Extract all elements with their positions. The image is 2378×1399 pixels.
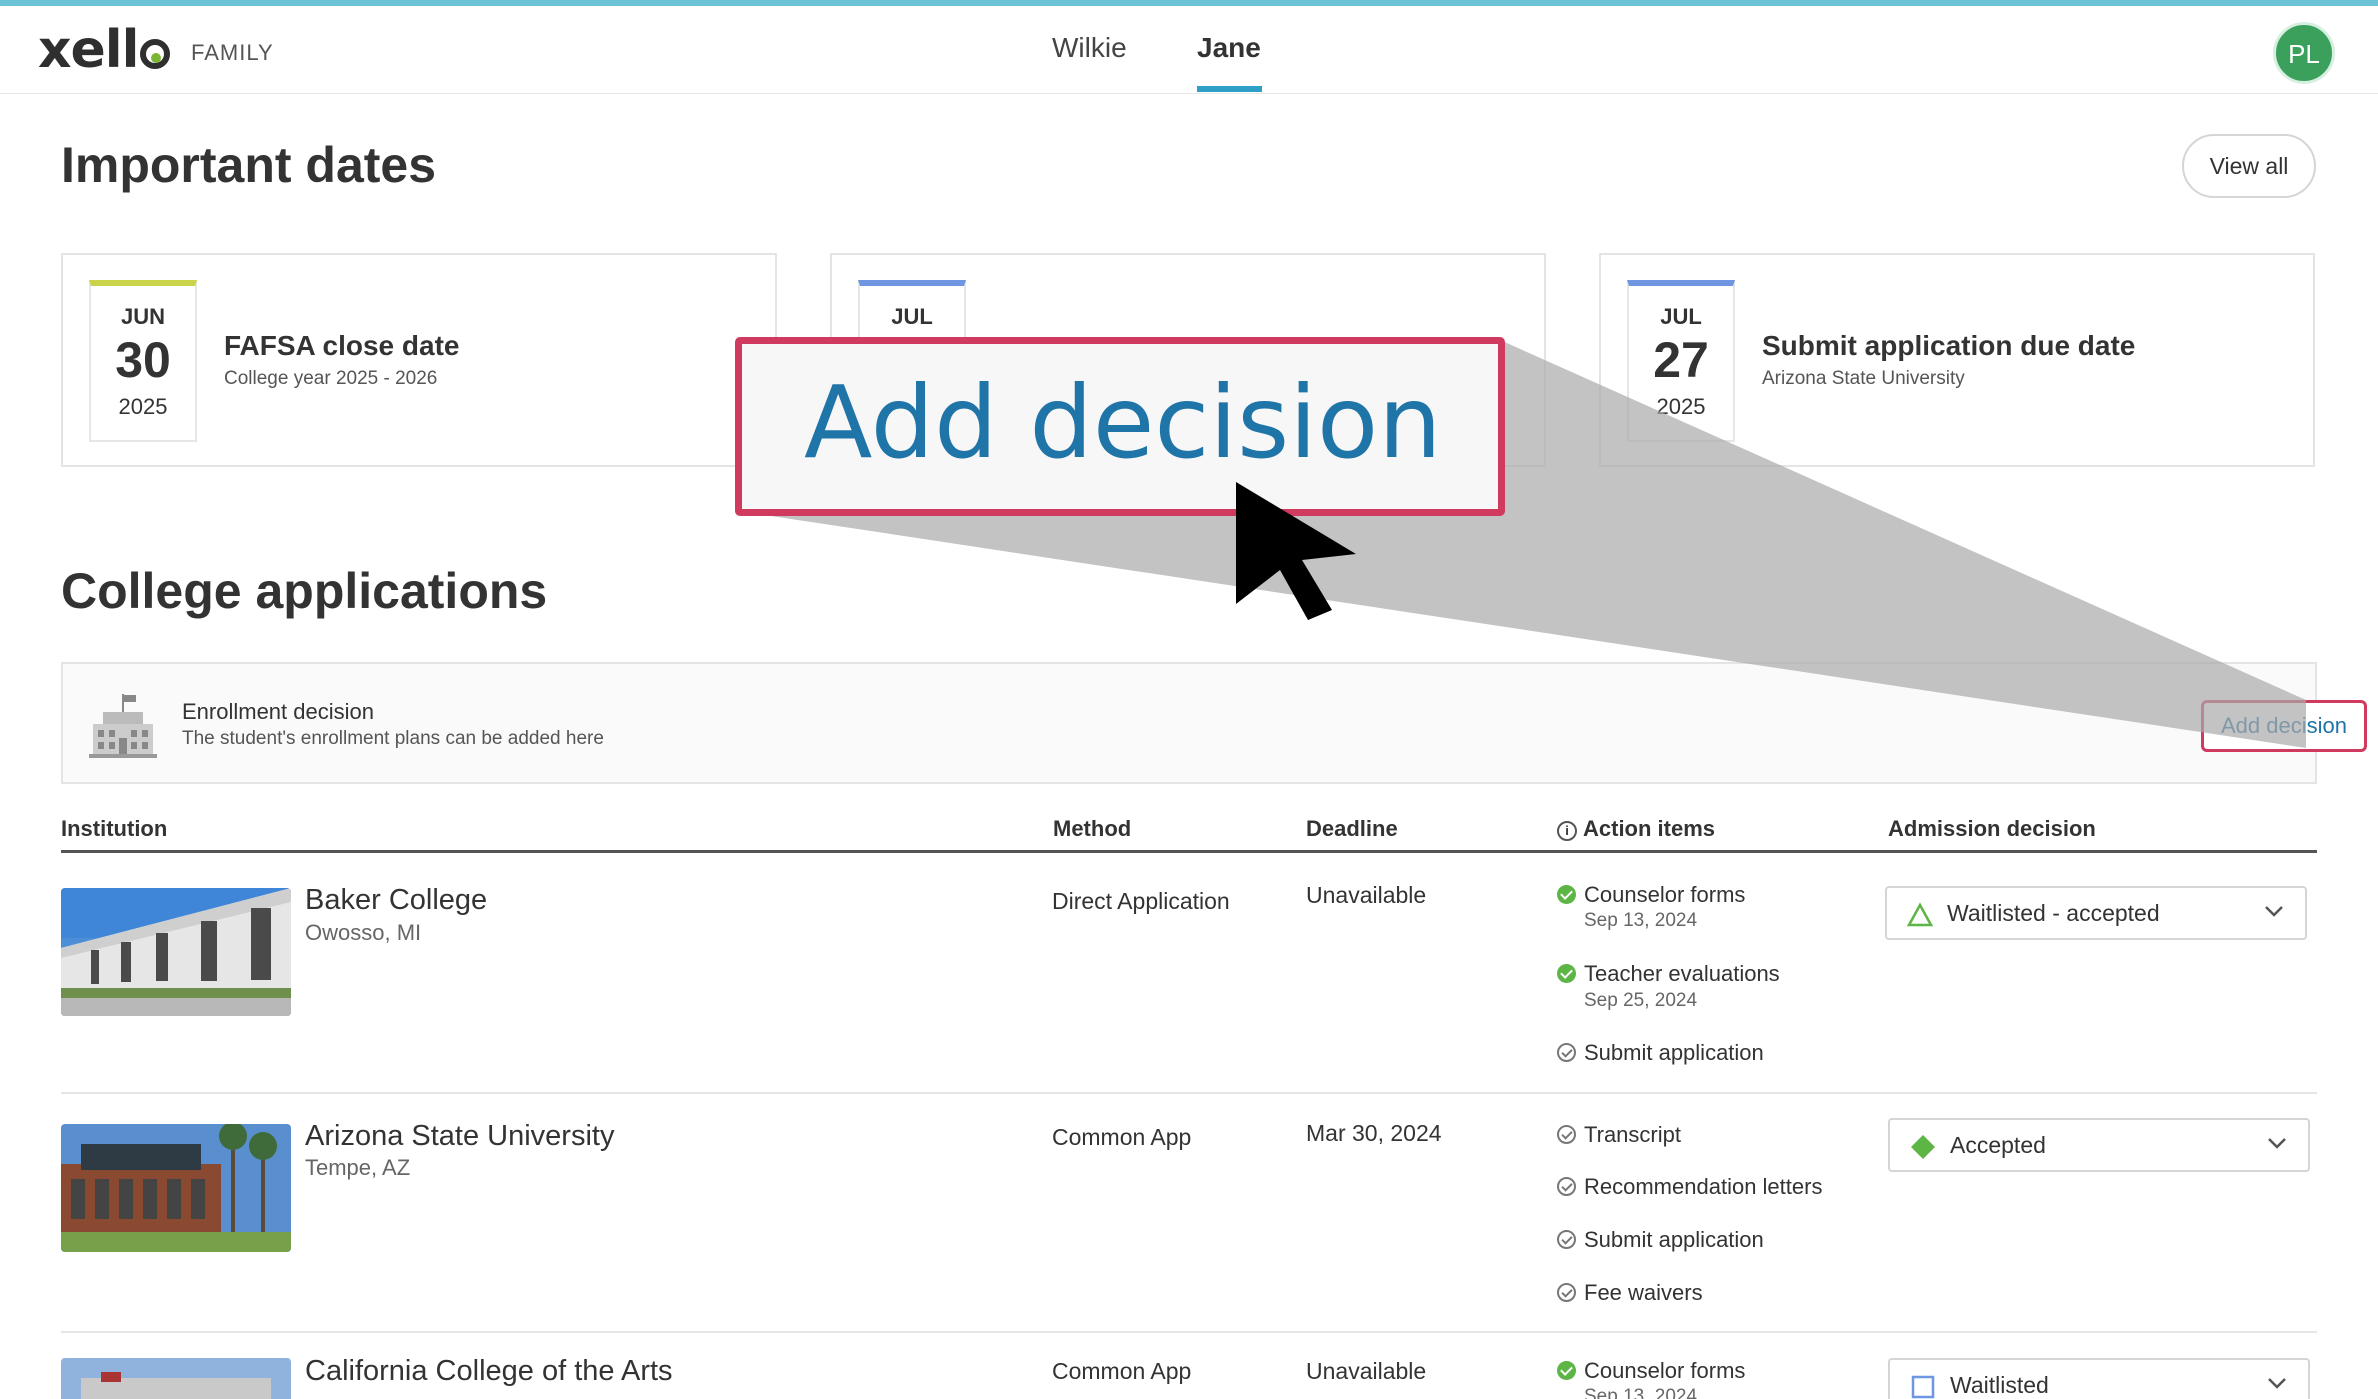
check-pending-icon: [1557, 1043, 1576, 1062]
chevron-down-icon: [2268, 1378, 2286, 1389]
action-item-date: Sep 13, 2024: [1584, 1386, 1698, 1399]
action-item[interactable]: Counselor forms: [1557, 1358, 1745, 1384]
building-icon: [89, 694, 157, 758]
action-item-label: Transcript: [1584, 1122, 1681, 1147]
check-pending-icon: [1557, 1230, 1576, 1249]
column-header-label: Action items: [1583, 816, 1716, 841]
action-item-label: Recommendation letters: [1584, 1174, 1823, 1199]
active-tab-indicator: [1197, 86, 1262, 92]
california-college-of-the-arts-photo[interactable]: [61, 1358, 291, 1399]
calendar-badge: JUN 30 2025: [89, 280, 197, 442]
brand-suffix: FAMILY: [191, 40, 274, 65]
column-header-admission-decision[interactable]: Admission decision: [1888, 816, 2096, 842]
college-applications-title: College applications: [61, 563, 548, 619]
zoom-callout: Add decision: [735, 337, 1505, 516]
row-divider: [61, 1331, 2317, 1333]
zoom-callout-text: Add decision: [804, 364, 1442, 481]
date-month: JUL: [1660, 304, 1702, 329]
admission-decision-select[interactable]: Waitlisted: [1888, 1358, 2310, 1399]
date-month: JUN: [120, 304, 165, 329]
tab-wilkie[interactable]: Wilkie: [1052, 32, 1127, 64]
check-pending-icon: [1557, 1177, 1576, 1196]
admission-decision-select[interactable]: Waitlisted - accepted: [1885, 886, 2307, 940]
tab-jane[interactable]: Jane: [1197, 32, 1261, 64]
application-method: Direct Application: [1052, 888, 1230, 914]
action-item[interactable]: Fee waivers: [1557, 1280, 1703, 1306]
institution-name[interactable]: Baker College: [305, 884, 487, 917]
arizona-state-university-photo[interactable]: [61, 1124, 291, 1252]
enrollment-decision-panel: Enrollment decision The student's enroll…: [61, 662, 2367, 784]
action-item-date: Sep 25, 2024: [1584, 990, 1698, 1011]
xello-logo[interactable]: xell: [38, 20, 171, 80]
header-divider: [61, 850, 2317, 853]
avatar[interactable]: PL: [2273, 22, 2335, 84]
action-item[interactable]: Recommendation letters: [1557, 1174, 1822, 1200]
application-deadline: Mar 30, 2024: [1306, 1120, 1442, 1146]
institution-name[interactable]: Arizona State University: [305, 1120, 614, 1153]
view-all-button[interactable]: View all: [2182, 134, 2316, 198]
logo-o-icon: [140, 39, 171, 69]
check-pending-icon: [1557, 1283, 1576, 1302]
date-card[interactable]: JUL 27 2025 Submit application due date …: [1599, 253, 2315, 467]
column-header-action-items[interactable]: i Action items: [1557, 816, 1715, 842]
date-title: Submit application due date: [1762, 330, 2136, 361]
check-complete-icon: [1557, 885, 1576, 904]
action-item[interactable]: Submit application: [1557, 1227, 1764, 1253]
action-item[interactable]: Submit application: [1557, 1040, 1764, 1066]
date-year: 2025: [118, 394, 168, 419]
admission-decision-value: Waitlisted - accepted: [1947, 900, 2160, 926]
action-item-label: Fee waivers: [1584, 1280, 1703, 1305]
calendar-badge: JUL 27 2025: [1627, 280, 1735, 442]
enrollment-subtitle: The student's enrollment plans can be ad…: [182, 728, 604, 749]
row-divider: [61, 1092, 2317, 1094]
chevron-down-icon: [2268, 1138, 2286, 1149]
square-icon: [1911, 1375, 1935, 1399]
date-month: JUL: [891, 304, 933, 329]
enrollment-title: Enrollment decision: [182, 699, 374, 724]
action-item[interactable]: Teacher evaluations: [1557, 961, 1780, 987]
action-item-label: Counselor forms: [1584, 882, 1746, 907]
baker-college-photo[interactable]: [61, 888, 291, 1016]
application-method: Common App: [1052, 1124, 1192, 1150]
chevron-down-icon: [2265, 906, 2283, 917]
admission-decision-value: Accepted: [1950, 1132, 2046, 1158]
date-day: 27: [1653, 332, 1709, 388]
check-complete-icon: [1557, 964, 1576, 983]
check-complete-icon: [1557, 1361, 1576, 1380]
column-header-deadline[interactable]: Deadline: [1306, 816, 1398, 842]
date-year: 2025: [1656, 394, 1706, 419]
action-item[interactable]: Transcript: [1557, 1122, 1681, 1148]
action-item-label: Submit application: [1584, 1040, 1764, 1065]
important-dates-title: Important dates: [61, 137, 437, 193]
action-item-date: Sep 13, 2024: [1584, 910, 1698, 931]
institution-location: Tempe, AZ: [305, 1155, 411, 1180]
date-subtitle: Arizona State University: [1762, 368, 1965, 389]
admission-decision-select[interactable]: Accepted: [1888, 1118, 2310, 1172]
date-day: 30: [115, 332, 171, 388]
admission-decision-value: Waitlisted: [1950, 1372, 2049, 1398]
date-subtitle: College year 2025 - 2026: [224, 368, 438, 389]
add-decision-button[interactable]: Add decision: [2201, 700, 2367, 752]
date-title: FAFSA close date: [224, 330, 460, 361]
application-deadline: Unavailable: [1306, 882, 1427, 908]
check-pending-icon: [1557, 1125, 1576, 1144]
diamond-icon: [1911, 1135, 1935, 1159]
institution-name[interactable]: California College of the Arts: [305, 1355, 673, 1388]
institution-location: Owosso, MI: [305, 920, 422, 945]
action-item-label: Submit application: [1584, 1227, 1764, 1252]
column-header-method[interactable]: Method: [1053, 816, 1131, 842]
date-card[interactable]: JUN 30 2025 FAFSA close date College yea…: [61, 253, 777, 467]
app-header: xell FAMILY Wilkie Jane PL: [0, 6, 2378, 94]
mouse-pointer-icon: [1236, 482, 1356, 620]
action-item-label: Counselor forms: [1584, 1358, 1746, 1383]
action-item-label: Teacher evaluations: [1584, 961, 1780, 986]
action-item[interactable]: Counselor forms: [1557, 882, 1745, 908]
column-header-institution[interactable]: Institution: [61, 816, 167, 842]
info-icon[interactable]: i: [1557, 821, 1577, 841]
triangle-icon: [1907, 902, 1933, 927]
application-method: Common App: [1052, 1358, 1192, 1384]
application-deadline: Unavailable: [1306, 1358, 1427, 1384]
